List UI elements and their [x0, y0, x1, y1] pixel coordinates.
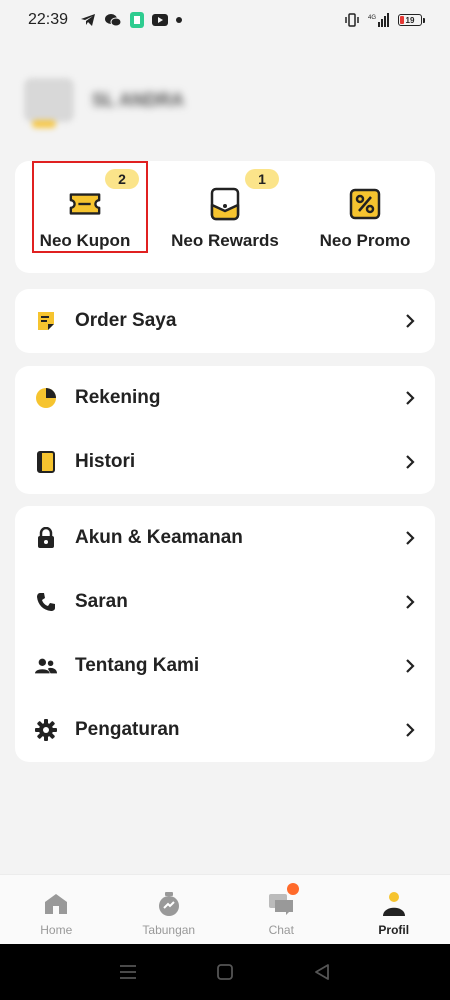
menu-group-orders: Order Saya: [15, 289, 435, 353]
people-icon: [35, 655, 57, 677]
chevron-right-icon: [405, 594, 415, 610]
profile-icon: [379, 889, 409, 919]
nav-label: Chat: [268, 923, 294, 937]
dot-icon: [176, 17, 183, 23]
menu-item-label: Tentang Kami: [75, 655, 200, 676]
vibrate-icon: [344, 13, 360, 27]
pie-chart-icon: [35, 387, 57, 409]
nav-home[interactable]: Home: [0, 875, 113, 944]
status-bar: 22:39 4G 19: [0, 0, 450, 40]
book-icon: [35, 451, 57, 473]
clipboard-app-icon: [130, 12, 145, 28]
network-label: 4G: [368, 15, 376, 21]
bottom-navigation: Home Tabungan Chat Profil: [0, 874, 450, 944]
lock-icon: [35, 527, 57, 549]
menu-group-settings: Akun & Keamanan Saran Tentang Kami Penga…: [15, 506, 435, 762]
wechat-icon: [104, 13, 122, 27]
quick-actions-card: 2 Neo Kupon 1 Neo Rewards Neo Promo: [15, 161, 435, 273]
menu-item-label: Pengaturan: [75, 719, 180, 740]
chevron-right-icon: [405, 390, 415, 406]
nav-label: Tabungan: [142, 923, 196, 937]
notification-icons: [80, 12, 183, 28]
profile-name: SL ANDRA: [92, 89, 185, 110]
home-icon: [41, 889, 71, 919]
status-time: 22:39: [28, 11, 69, 28]
battery-level: 19: [405, 15, 415, 25]
system-icons: 4G 19: [344, 13, 425, 27]
menu-group-account: Rekening Histori: [15, 366, 435, 494]
signal-icon: 4G: [368, 13, 390, 27]
neo-promo-label: Neo Promo: [319, 231, 411, 250]
profile-header[interactable]: SL ANDRA: [24, 78, 185, 128]
menu-item-pengaturan[interactable]: Pengaturan: [15, 698, 435, 762]
menu-item-label: Rekening: [75, 387, 161, 408]
home-square-icon[interactable]: [205, 952, 245, 992]
kupon-count-badge: 2: [105, 169, 139, 189]
battery-icon: 19: [398, 14, 425, 26]
menu-item-label: Saran: [75, 591, 128, 612]
menu-icon[interactable]: [108, 952, 148, 992]
neo-rewards-button[interactable]: 1 Neo Rewards: [155, 161, 295, 273]
chevron-right-icon: [405, 530, 415, 546]
menu-item-tentang-kami[interactable]: Tentang Kami: [15, 634, 435, 698]
menu-item-order-saya[interactable]: Order Saya: [15, 289, 435, 353]
menu-item-rekening[interactable]: Rekening: [15, 366, 435, 430]
menu-item-label: Order Saya: [75, 310, 177, 331]
nav-chat[interactable]: Chat: [225, 875, 338, 944]
telegram-icon: [80, 13, 96, 27]
nav-profil[interactable]: Profil: [338, 875, 450, 944]
chevron-right-icon: [405, 658, 415, 674]
neo-promo-button[interactable]: Neo Promo: [295, 161, 435, 273]
menu-item-histori[interactable]: Histori: [15, 430, 435, 494]
neo-rewards-label: Neo Rewards: [171, 231, 279, 250]
chevron-right-icon: [405, 722, 415, 738]
youtube-icon: [152, 14, 169, 26]
nav-label: Home: [40, 923, 73, 937]
gear-icon: [35, 719, 57, 741]
system-navigation-bar: [0, 944, 450, 1000]
nav-label: Profil: [378, 923, 410, 937]
phone-icon: [35, 591, 57, 613]
savings-icon: [154, 889, 184, 919]
order-note-icon: [35, 310, 57, 332]
avatar[interactable]: [24, 78, 74, 128]
chat-notification-dot: [287, 883, 299, 895]
menu-item-label: Histori: [75, 451, 136, 472]
nav-tabungan[interactable]: Tabungan: [113, 875, 226, 944]
menu-item-akun-keamanan[interactable]: Akun & Keamanan: [15, 506, 435, 570]
percent-icon: [348, 187, 382, 221]
envelope-icon: [208, 187, 242, 221]
neo-kupon-button[interactable]: 2 Neo Kupon: [15, 161, 155, 273]
back-icon[interactable]: [302, 952, 342, 992]
menu-item-saran[interactable]: Saran: [15, 570, 435, 634]
chevron-right-icon: [405, 454, 415, 470]
menu-item-label: Akun & Keamanan: [75, 527, 243, 548]
chevron-right-icon: [405, 313, 415, 329]
rewards-count-badge: 1: [245, 169, 279, 189]
